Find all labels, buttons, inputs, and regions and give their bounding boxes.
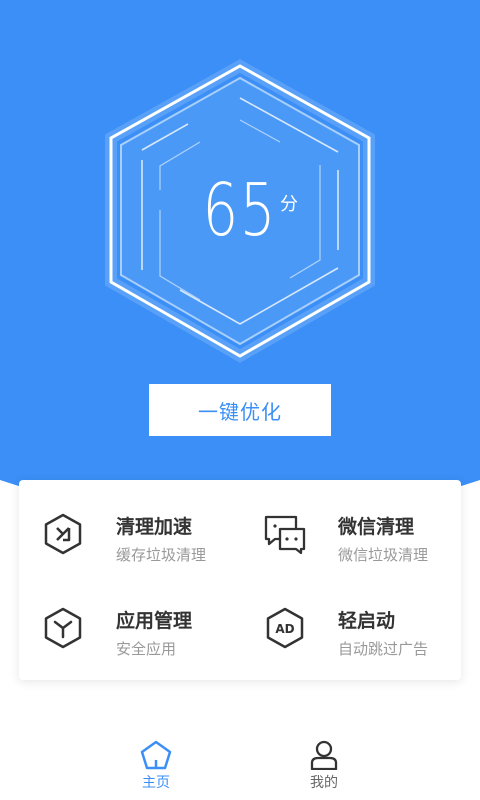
tab-home-label: 主页	[142, 775, 170, 791]
feature-quick-start[interactable]: AD 轻启动 自动跳过广告	[263, 606, 473, 686]
feature-wechat-clean[interactable]: 微信清理 微信垃圾清理	[263, 512, 473, 592]
score-display: 65 分	[0, 168, 480, 252]
speed-icon	[44, 513, 82, 555]
app-icon	[44, 607, 82, 649]
feature-app-manage[interactable]: 应用管理 安全应用	[41, 606, 251, 686]
optimize-button[interactable]: 一键优化	[149, 384, 331, 436]
bottom-tab-bar: 主页 我的	[0, 730, 480, 800]
feature-subtitle: 缓存垃圾清理	[116, 546, 207, 564]
user-icon	[310, 740, 338, 770]
feature-subtitle: 微信垃圾清理	[338, 546, 429, 564]
home-icon	[140, 740, 172, 770]
feature-title: 轻启动	[338, 610, 396, 632]
feature-subtitle: 安全应用	[116, 640, 177, 658]
tab-mine[interactable]: 我的	[284, 740, 364, 800]
feature-clean-speed[interactable]: 清理加速 缓存垃圾清理	[41, 512, 251, 592]
feature-subtitle: 自动跳过广告	[338, 640, 429, 658]
score-unit: 分	[280, 194, 298, 215]
feature-card: 清理加速 缓存垃圾清理 微信清理 微信垃圾清理 应用管理 安全应用 AD 轻启动…	[19, 480, 461, 680]
score-value: 65	[202, 168, 278, 252]
ad-icon: AD	[266, 607, 304, 649]
chat-icon	[264, 515, 306, 555]
feature-title: 应用管理	[116, 610, 193, 632]
ad-icon-text: AD	[275, 622, 294, 636]
tab-home[interactable]: 主页	[116, 740, 196, 800]
feature-title: 清理加速	[116, 516, 193, 538]
feature-title: 微信清理	[338, 516, 415, 538]
tab-mine-label: 我的	[310, 775, 338, 791]
